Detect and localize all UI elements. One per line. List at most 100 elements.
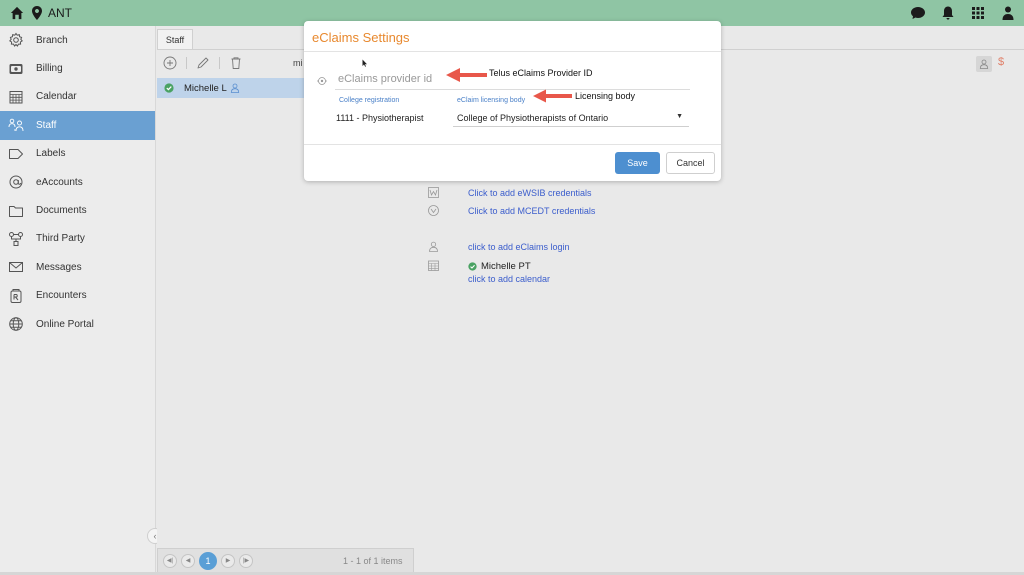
sidebar-item-encounters[interactable]: Encounters [0, 282, 155, 310]
dropdown-arrow-icon: ▼ [676, 113, 683, 120]
sidebar-item-label: Documents [36, 205, 87, 217]
user-outline-icon [979, 59, 989, 69]
sidebar: Branch Billing Calendar Staff Labels eAc… [0, 26, 163, 575]
sidebar-item-third-party[interactable]: Third Party [0, 225, 155, 253]
rx-icon [10, 288, 22, 303]
staff-search-input[interactable]: mi [293, 58, 303, 68]
people-icon [8, 119, 24, 132]
calendar-entry: Michelle PT [468, 261, 531, 272]
mcedt-row: Click to add MCEDT credentials [428, 205, 595, 216]
sidebar-item-staff[interactable]: Staff [0, 111, 155, 140]
college-registration-value: 1111 - Physiotherapist [336, 113, 424, 123]
annotation-arrow-provider [446, 68, 487, 82]
sidebar-item-label: Online Portal [36, 318, 94, 330]
mouse-cursor-icon [362, 59, 367, 67]
staff-row[interactable]: Michelle L [157, 78, 304, 98]
user-icon[interactable] [1000, 5, 1016, 21]
branch-name[interactable]: ANT [48, 6, 72, 20]
grid-icon[interactable] [970, 5, 986, 21]
save-button[interactable]: Save [615, 152, 660, 174]
edit-icon[interactable] [196, 56, 210, 70]
card-icon [9, 63, 23, 74]
licensing-body-label: eClaim licensing body [457, 97, 526, 104]
tag-icon [9, 148, 23, 159]
sidebar-item-label: Messages [36, 261, 82, 273]
sidebar-item-label: Calendar [36, 91, 77, 103]
location-pin-icon[interactable] [32, 6, 42, 20]
prev-page-button[interactable]: ◀ [181, 553, 195, 568]
sidebar-item-calendar[interactable]: Calendar [0, 83, 155, 111]
home-icon[interactable] [10, 6, 24, 20]
provider-id-icon [317, 77, 327, 85]
licensing-body-select[interactable]: College of Physiotherapists of Ontario ▼ [453, 109, 689, 127]
add-mcedt-credentials-link[interactable]: Click to add MCEDT credentials [468, 206, 595, 216]
sidebar-item-billing[interactable]: Billing [0, 54, 155, 82]
calendar-icon [9, 90, 23, 104]
add-eclaims-login-link[interactable]: click to add eClaims login [468, 242, 570, 252]
sidebar-item-messages[interactable]: Messages [0, 253, 155, 281]
sidebar-item-label: Billing [36, 63, 63, 75]
college-registration-label: College registration [339, 97, 400, 104]
calendar-icon [428, 260, 439, 271]
annotation-licensing-body: Licensing body [575, 91, 636, 101]
add-ewsib-credentials-link[interactable]: Click to add eWSIB credentials [468, 188, 592, 198]
current-page-button[interactable]: 1 [199, 551, 217, 570]
add-calendar-link[interactable]: click to add calendar [468, 274, 550, 284]
toolbar-divider [219, 57, 220, 69]
user-outline-icon [230, 83, 239, 93]
user-badge[interactable] [976, 56, 992, 72]
globe-icon [9, 317, 23, 331]
modal-divider [304, 144, 721, 145]
mail-icon [9, 262, 23, 273]
topbar-actions [910, 5, 1016, 21]
folder-icon [9, 205, 23, 217]
sidebar-item-label: Third Party [36, 233, 85, 245]
calendar-block: Michelle PT click to add calendar [428, 260, 550, 284]
sidebar-item-label: Staff [36, 119, 57, 131]
add-icon[interactable] [163, 56, 177, 70]
at-icon [9, 175, 23, 189]
sidebar-item-label: Branch [36, 34, 68, 46]
ewsib-row: Click to add eWSIB credentials [428, 187, 592, 198]
prev-page-icon: ◀ [185, 558, 191, 564]
next-page-button[interactable]: ▶ [221, 553, 235, 568]
gear-icon [9, 32, 23, 48]
chat-icon[interactable] [910, 5, 926, 21]
sidebar-item-label: eAccounts [36, 176, 83, 188]
wsib-icon [428, 187, 439, 198]
tab-staff[interactable]: Staff [157, 29, 193, 50]
staff-toolbar [163, 56, 243, 70]
first-page-button[interactable]: ◀| [163, 553, 177, 568]
last-page-button[interactable]: |▶ [239, 553, 253, 568]
billing-badge[interactable]: $ [998, 56, 1004, 68]
sidebar-item-label: Encounters [36, 290, 87, 302]
pager: ◀| ◀ 1 ▶ |▶ 1 - 1 of 1 items [157, 548, 414, 573]
eclaims-login-row: click to add eClaims login [428, 241, 570, 252]
check-circle-icon [468, 262, 477, 271]
sidebar-item-documents[interactable]: Documents [0, 196, 155, 224]
calendar-name: Michelle PT [481, 261, 531, 272]
last-page-icon: |▶ [242, 558, 250, 564]
next-page-icon: ▶ [225, 558, 231, 564]
annotation-arrow-licensing [533, 89, 572, 103]
sidebar-item-online-portal[interactable]: Online Portal [0, 310, 155, 338]
first-page-icon: ◀| [166, 558, 174, 564]
sidebar-item-eaccounts[interactable]: eAccounts [0, 168, 155, 196]
pager-info: 1 - 1 of 1 items [343, 556, 403, 566]
network-icon [9, 231, 23, 246]
modal-divider [304, 51, 721, 52]
modal-title: eClaims Settings [312, 30, 410, 45]
bell-icon[interactable] [940, 5, 956, 21]
licensing-body-value: College of Physiotherapists of Ontario [457, 112, 609, 123]
sidebar-item-branch[interactable]: Branch [0, 26, 155, 54]
cancel-button[interactable]: Cancel [666, 152, 715, 174]
toolbar-divider [186, 57, 187, 69]
shield-icon [428, 205, 439, 216]
staff-name: Michelle L [184, 82, 227, 94]
eclaims-settings-modal: eClaims Settings College registration 11… [304, 21, 721, 181]
sidebar-item-labels[interactable]: Labels [0, 140, 155, 168]
user-outline-icon [429, 241, 438, 252]
sidebar-item-label: Labels [36, 148, 66, 160]
check-circle-icon [164, 83, 174, 93]
trash-icon[interactable] [229, 56, 243, 70]
